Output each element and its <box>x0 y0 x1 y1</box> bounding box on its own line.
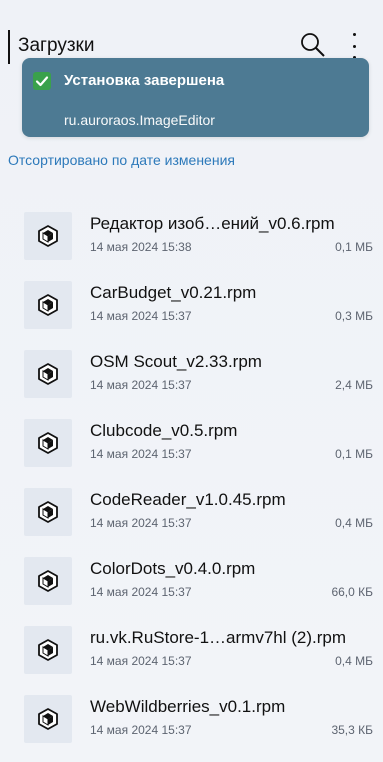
file-name: WebWildberries_v0.1.rpm <box>90 697 286 716</box>
list-item[interactable]: Clubcode_v0.5.rpm 14 мая 2024 15:37 0,1 МБ <box>0 407 383 476</box>
list-item[interactable]: CodeReader_v1.0.45.rpm 14 мая 2024 15:37 0… <box>0 476 383 545</box>
file-name: ColorDots_v0.4.0.rpm <box>90 559 256 578</box>
installation-toast[interactable]: Установка завершена ru.auroraos.ImageEdi… <box>22 58 369 137</box>
file-size: 35,3 КБ <box>331 723 373 737</box>
check-icon <box>33 72 51 90</box>
file-date: 14 мая 2024 15:37 <box>90 516 192 530</box>
package-icon <box>24 419 72 467</box>
file-name: OSM Scout_v2.33.rpm <box>90 352 262 371</box>
package-icon <box>24 626 72 674</box>
file-date: 14 мая 2024 15:37 <box>90 447 192 461</box>
package-icon <box>24 695 72 743</box>
package-icon <box>24 212 72 260</box>
file-name: CodeReader_v1.0.45.rpm <box>90 490 286 509</box>
file-date: 14 мая 2024 15:37 <box>90 654 192 668</box>
more-vert-icon-dot <box>352 44 356 48</box>
downloads-list: Редактор изоб…ений_v0.6.rpm 14 мая 2024 1… <box>0 200 383 752</box>
package-icon <box>24 557 72 605</box>
title-accent-bar <box>8 30 10 64</box>
list-item[interactable]: WebWildberries_v0.1.rpm 14 мая 2024 15:37… <box>0 683 383 752</box>
file-size: 0,1 МБ <box>335 447 373 461</box>
file-date: 14 мая 2024 15:37 <box>90 723 192 737</box>
search-icon <box>301 33 325 57</box>
page-title: Загрузки <box>18 35 95 56</box>
more-options-button[interactable] <box>344 33 364 59</box>
package-icon <box>24 488 72 536</box>
package-icon <box>24 281 72 329</box>
file-name: Редактор изоб…ений_v0.6.rpm <box>90 214 335 233</box>
file-size: 0,4 МБ <box>335 654 373 668</box>
list-item[interactable]: CarBudget_v0.21.rpm 14 мая 2024 15:37 0,3 … <box>0 269 383 338</box>
toast-subtitle: ru.auroraos.ImageEditor <box>64 112 215 128</box>
file-date: 14 мая 2024 15:37 <box>90 309 192 323</box>
file-size: 0,3 МБ <box>335 309 373 323</box>
list-item[interactable]: Редактор изоб…ений_v0.6.rpm 14 мая 2024 1… <box>0 200 383 269</box>
header: Загрузки <box>0 0 383 64</box>
package-icon <box>24 350 72 398</box>
sort-label[interactable]: Отсортировано по дате изменения <box>8 152 235 168</box>
file-size: 2,4 МБ <box>335 378 373 392</box>
file-name: Clubcode_v0.5.rpm <box>90 421 238 440</box>
file-date: 14 мая 2024 15:38 <box>90 240 192 254</box>
file-size: 0,4 МБ <box>335 516 373 530</box>
file-size: 66,0 КБ <box>331 585 373 599</box>
file-date: 14 мая 2024 15:37 <box>90 585 192 599</box>
toast-title: Установка завершена <box>64 72 225 89</box>
list-item[interactable]: OSM Scout_v2.33.rpm 14 мая 2024 15:37 2,4 … <box>0 338 383 407</box>
file-date: 14 мая 2024 15:37 <box>90 378 192 392</box>
file-name: CarBudget_v0.21.rpm <box>90 283 257 302</box>
file-name: ru.vk.RuStore-1…armv7hl (2).rpm <box>90 628 347 647</box>
list-item[interactable]: ColorDots_v0.4.0.rpm 14 мая 2024 15:37 66,… <box>0 545 383 614</box>
search-button[interactable] <box>299 31 327 59</box>
more-vert-icon <box>352 33 356 36</box>
list-item[interactable]: ru.vk.RuStore-1…armv7hl (2).rpm 14 мая 20… <box>0 614 383 683</box>
file-size: 0,1 МБ <box>335 240 373 254</box>
